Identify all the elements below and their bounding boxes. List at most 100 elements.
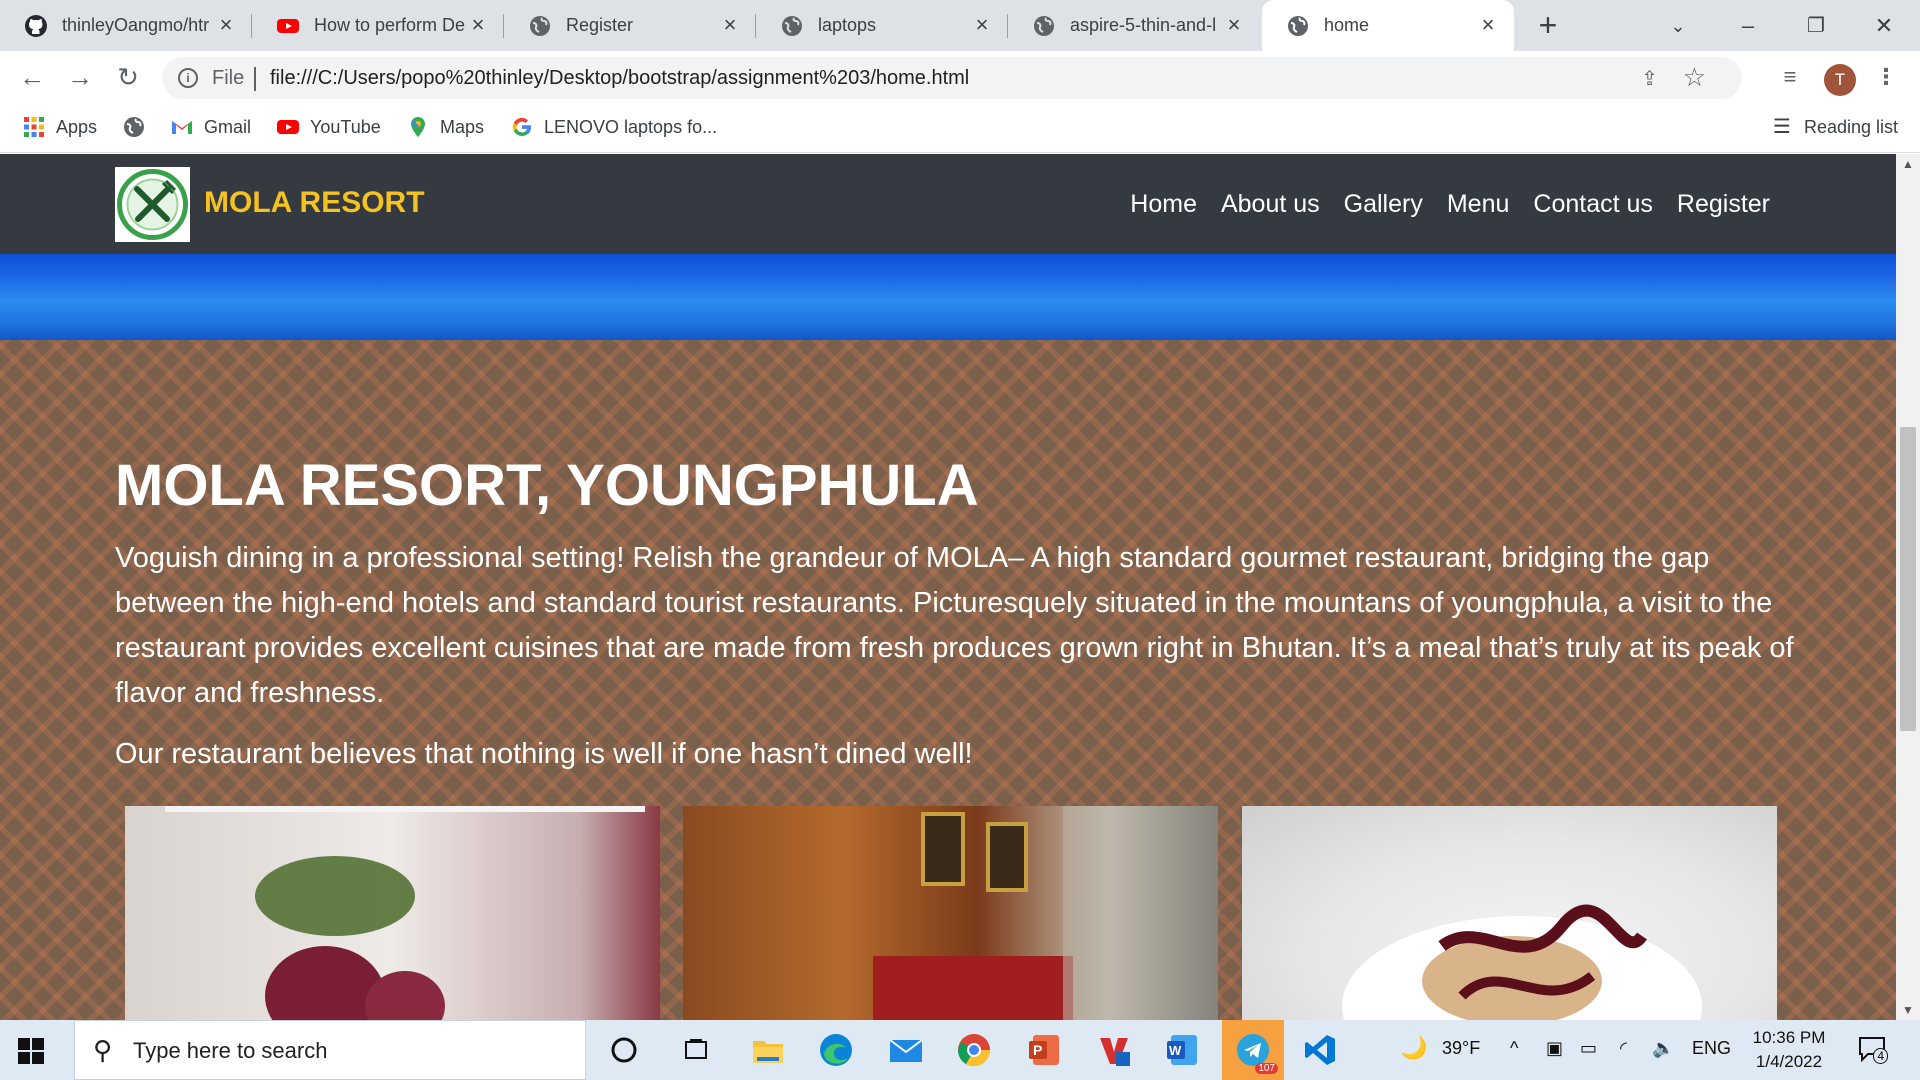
meet-now-icon[interactable]: ▣	[1546, 1038, 1563, 1059]
volume-icon[interactable]: 🔈	[1652, 1038, 1674, 1059]
mail-icon[interactable]	[882, 1028, 930, 1072]
svg-text:P: P	[1033, 1042, 1042, 1058]
globe-icon	[124, 117, 144, 137]
file-explorer-icon[interactable]	[744, 1028, 792, 1072]
tab-home[interactable]: home ×	[1262, 0, 1514, 51]
tab-register[interactable]: Register ×	[504, 0, 756, 51]
banner-image-strip	[0, 254, 1896, 340]
edge-browser-icon[interactable]	[812, 1028, 860, 1072]
scrollbar-thumb[interactable]	[1900, 427, 1916, 731]
profile-avatar[interactable]: T	[1824, 64, 1856, 96]
vce-app-icon[interactable]	[1090, 1028, 1138, 1072]
tab-title: How to perform De	[314, 15, 466, 35]
tab-youtube[interactable]: How to perform De ×	[252, 0, 504, 51]
reading-list-label: Reading list	[1804, 116, 1899, 137]
tab-title: Register	[566, 15, 634, 35]
system-clock[interactable]: 10:36 PM 1/4/2022	[1744, 1026, 1834, 1074]
site-info-icon[interactable]: i	[178, 68, 198, 88]
cortana-icon[interactable]	[600, 1028, 648, 1072]
tab-search-chevron-icon[interactable]: ⌄	[1660, 8, 1696, 44]
bookmark-apps[interactable]: Apps	[22, 115, 97, 139]
battery-icon[interactable]: ▭	[1580, 1038, 1597, 1059]
tab-close-icon[interactable]: ×	[466, 13, 490, 37]
windows-start-icon[interactable]	[18, 1038, 44, 1064]
nav-gallery[interactable]: Gallery	[1344, 190, 1423, 219]
tab-title: thinleyOangmo/htr	[62, 15, 210, 35]
nav-register[interactable]: Register	[1677, 190, 1770, 219]
forward-arrow-icon[interactable]: →	[64, 61, 96, 93]
globe-icon	[1288, 15, 1308, 36]
tab-close-icon[interactable]: ×	[1222, 13, 1246, 37]
scroll-up-arrow-icon[interactable]: ▲	[1896, 154, 1920, 174]
tray-chevron-up-icon[interactable]: ^	[1510, 1038, 1518, 1059]
reading-list-icon: ☰	[1773, 116, 1791, 138]
brand-name[interactable]: MOLA RESORT	[204, 186, 425, 220]
menu-kebab-icon[interactable]: ⋮	[1870, 61, 1902, 93]
site-nav-links: Home About us Gallery Menu Contact us Re…	[1130, 190, 1770, 219]
bookmark-star-icon[interactable]: ☆	[1683, 62, 1706, 93]
nav-menu[interactable]: Menu	[1447, 190, 1510, 219]
bookmark-youtube[interactable]: YouTube	[276, 115, 381, 139]
bookmark-label: Maps	[440, 116, 485, 137]
tab-close-icon[interactable]: ×	[214, 13, 238, 37]
powerpoint-icon[interactable]: P	[1020, 1028, 1068, 1072]
browser-toolbar: ← → ↻ i File file:///C:/Users/popo%20thi…	[0, 51, 1920, 103]
tab-laptops[interactable]: laptops ×	[756, 0, 1008, 51]
search-placeholder: Type here to search	[133, 1038, 328, 1063]
close-window-button[interactable]: ✕	[1866, 8, 1902, 44]
task-view-icon[interactable]	[672, 1028, 720, 1072]
bookmark-gmail[interactable]: Gmail	[170, 115, 251, 139]
clock-time: 10:36 PM	[1752, 1028, 1826, 1047]
nav-home[interactable]: Home	[1130, 190, 1197, 219]
nav-contact-us[interactable]: Contact us	[1533, 190, 1653, 219]
resort-logo[interactable]	[115, 167, 190, 242]
page-scrollbar[interactable]: ▲ ▼	[1896, 154, 1920, 1020]
bookmark-globe[interactable]	[122, 115, 156, 139]
scroll-down-arrow-icon[interactable]: ▼	[1896, 1000, 1920, 1020]
scheme-label: File	[212, 67, 245, 89]
telegram-icon[interactable]: 107	[1222, 1020, 1284, 1080]
telegram-badge: 107	[1255, 1063, 1278, 1074]
reading-mode-icon[interactable]: ≡	[1774, 61, 1806, 93]
notification-count: 4	[1873, 1048, 1888, 1064]
tab-close-icon[interactable]: ×	[1476, 13, 1500, 37]
share-icon[interactable]: ⇪	[1641, 66, 1658, 91]
browser-tab-strip: thinleyOangmo/htr × How to perform De × …	[0, 0, 1920, 51]
url-text[interactable]: file:///C:/Users/popo%20thinley/Desktop/…	[270, 67, 969, 90]
reading-list-button[interactable]: ☰ Reading list	[1770, 115, 1898, 139]
taskbar-search-box[interactable]: ⚲ Type here to search	[74, 1020, 586, 1080]
windows-taskbar: ⚲ Type here to search P W 107 🌙 39°F ^ ▣…	[0, 1020, 1920, 1080]
minimize-button[interactable]: –	[1730, 8, 1766, 44]
nav-about-us[interactable]: About us	[1221, 190, 1320, 219]
wifi-icon[interactable]: ◜	[1620, 1038, 1627, 1059]
tab-aspire[interactable]: aspire-5-thin-and-l ×	[1008, 0, 1260, 51]
search-icon: ⚲	[93, 1035, 113, 1065]
vscode-icon[interactable]	[1296, 1028, 1344, 1072]
back-arrow-icon[interactable]: ←	[16, 61, 48, 93]
tab-close-icon[interactable]: ×	[970, 13, 994, 37]
word-icon[interactable]: W	[1158, 1028, 1206, 1072]
gmail-icon	[172, 121, 192, 134]
globe-icon	[530, 15, 550, 36]
address-bar[interactable]: i File file:///C:/Users/popo%20thinley/D…	[162, 57, 1742, 99]
restore-button[interactable]: ❐	[1798, 8, 1834, 44]
youtube-icon	[277, 18, 299, 33]
chrome-icon[interactable]	[950, 1028, 998, 1072]
bookmark-maps[interactable]: Maps	[406, 115, 484, 139]
page-viewport: MOLA RESORT Home About us Gallery Menu C…	[0, 154, 1896, 1020]
bookmark-lenovo[interactable]: LENOVO laptops fo...	[510, 115, 717, 139]
tab-close-icon[interactable]: ×	[718, 13, 742, 37]
weather-moon-icon[interactable]: 🌙	[1400, 1035, 1427, 1061]
bookmark-label: YouTube	[310, 116, 381, 137]
clock-date: 1/4/2022	[1755, 1052, 1823, 1071]
reload-icon[interactable]: ↻	[112, 61, 144, 93]
weather-temperature[interactable]: 39°F	[1442, 1038, 1480, 1059]
site-navbar: MOLA RESORT Home About us Gallery Menu C…	[0, 154, 1896, 254]
tab-title: laptops	[818, 15, 877, 35]
new-tab-button[interactable]: +	[1532, 9, 1564, 42]
gallery-photo-dish	[125, 806, 660, 1020]
language-indicator[interactable]: ENG	[1692, 1038, 1731, 1059]
action-center-icon[interactable]: 4	[1858, 1036, 1888, 1064]
tab-github[interactable]: thinleyOangmo/htr ×	[0, 0, 252, 51]
dish-illustration	[165, 806, 645, 1020]
